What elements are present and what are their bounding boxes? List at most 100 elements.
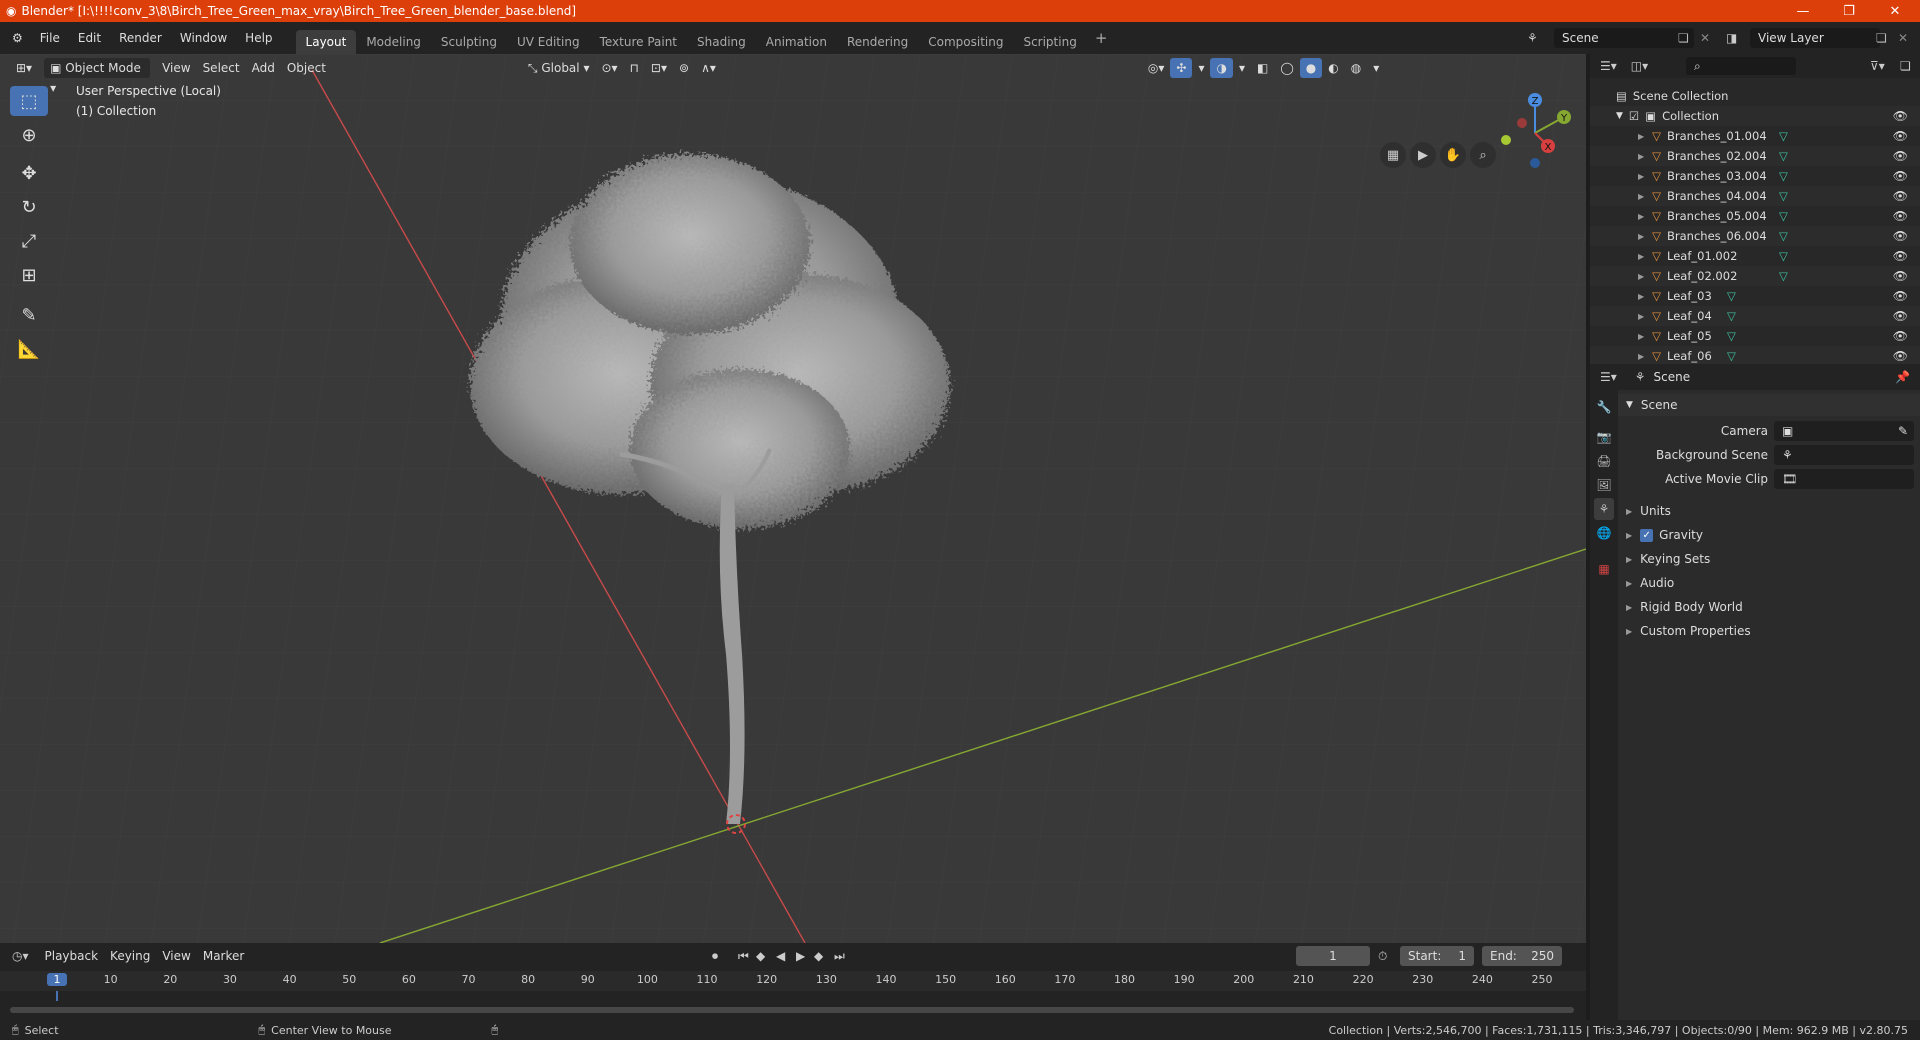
viewport-menu-view[interactable]: View xyxy=(156,58,196,78)
current-frame-marker[interactable]: 1 xyxy=(47,973,67,986)
mesh-data-icon[interactable]: ▽ xyxy=(1727,309,1736,323)
eye-icon[interactable]: 👁 xyxy=(1893,189,1908,203)
add-workspace-button[interactable]: + xyxy=(1087,29,1116,47)
outliner-item[interactable]: ▶ ▽ Branches_03.004 ▽ 👁 xyxy=(1590,166,1920,186)
eye-icon[interactable]: 👁 xyxy=(1893,169,1908,183)
3d-viewport[interactable]: ⊞▾ ▣ Object Mode ▾ View Select Add Object ⤡… xyxy=(0,54,1586,943)
outliner-item[interactable]: ▶ ▽ Branches_04.004 ▽ 👁 xyxy=(1590,186,1920,206)
outliner-editor-icon[interactable]: ☰▾ xyxy=(1600,59,1617,73)
outliner-item[interactable]: ▶ ▽ Leaf_04 ▽ 👁 xyxy=(1590,306,1920,326)
expand-arrow-icon[interactable]: ▶ xyxy=(1638,132,1644,141)
overlay-toggle-icon[interactable]: ◑ xyxy=(1210,58,1233,78)
pivot-icon[interactable]: ⊙▾ xyxy=(595,58,623,78)
viewport-menu-select[interactable]: Select xyxy=(197,58,246,78)
expand-arrow-icon[interactable]: ▶ xyxy=(1638,192,1644,201)
end-frame-field[interactable]: End: 250 xyxy=(1482,946,1562,966)
viewport-menu-add[interactable]: Add xyxy=(246,58,281,78)
proportional-edit-icon[interactable]: ⊚ xyxy=(673,58,695,78)
minimize-button[interactable]: — xyxy=(1780,0,1826,22)
section-rigid-body-world[interactable]: ▶ Rigid Body World xyxy=(1618,596,1920,618)
move-tool[interactable]: ✥ xyxy=(10,158,48,188)
solid-shading-icon[interactable]: ● xyxy=(1299,58,1323,78)
collection-row[interactable]: ▼ ☑ ▣ Collection 👁 xyxy=(1590,106,1920,126)
expand-arrow-icon[interactable]: ▶ xyxy=(1638,352,1644,361)
tab-uv-editing[interactable]: UV Editing xyxy=(507,30,590,54)
mesh-data-icon[interactable]: ▽ xyxy=(1727,289,1736,303)
eye-icon[interactable]: 👁 xyxy=(1893,149,1908,163)
timeline-menu-marker[interactable]: Marker xyxy=(197,946,250,966)
output-tab-icon[interactable]: 🖨 xyxy=(1594,450,1614,472)
eye-icon[interactable]: 👁 xyxy=(1893,289,1908,303)
eye-icon[interactable]: 👁 xyxy=(1893,249,1908,263)
properties-editor-icon[interactable]: ☰▾ xyxy=(1600,370,1617,384)
camera-field[interactable]: ▣ ✎ xyxy=(1774,421,1914,441)
mesh-data-icon[interactable]: ▽ xyxy=(1727,349,1736,363)
stopwatch-icon[interactable]: ⏱ xyxy=(1378,949,1387,964)
tab-rendering[interactable]: Rendering xyxy=(837,30,918,54)
blender-menu-icon[interactable]: ⚙ xyxy=(0,31,31,45)
view-layer-remove-icon[interactable]: ✕ xyxy=(1898,31,1908,45)
tool-tab-icon[interactable]: 🔧 xyxy=(1594,396,1614,418)
view-layer-tab-icon[interactable]: 🖼 xyxy=(1594,474,1614,496)
tab-scripting[interactable]: Scripting xyxy=(1013,30,1086,54)
playhead-line[interactable] xyxy=(56,991,58,1001)
snap-icon[interactable]: ⊓ xyxy=(624,58,645,78)
eye-icon[interactable]: 👁 xyxy=(1893,309,1908,323)
mesh-data-icon[interactable]: ▽ xyxy=(1779,269,1788,283)
expand-arrow-icon[interactable]: ▶ xyxy=(1638,172,1644,181)
new-collection-icon[interactable]: ❏ xyxy=(1900,59,1911,73)
collection-checkbox[interactable]: ☑ xyxy=(1629,109,1639,123)
timeline-menu-playback[interactable]: Playback xyxy=(39,946,105,966)
view-layer-new-icon[interactable]: ❏ xyxy=(1876,31,1887,45)
gizmo-toggle-icon[interactable]: ✣ xyxy=(1170,58,1193,78)
measure-tool[interactable]: 📐 xyxy=(10,334,48,364)
timeline-scrollbar[interactable] xyxy=(10,1007,1574,1013)
falloff-icon[interactable]: ∧▾ xyxy=(695,58,722,78)
mesh-data-icon[interactable]: ▽ xyxy=(1779,249,1788,263)
section-keying-sets[interactable]: ▶ Keying Sets xyxy=(1618,548,1920,570)
section-audio[interactable]: ▶ Audio xyxy=(1618,572,1920,594)
tab-modeling[interactable]: Modeling xyxy=(356,30,431,54)
select-box-tool[interactable]: ⬚ xyxy=(10,86,48,116)
gizmo-dropdown-icon[interactable]: ▾ xyxy=(1192,58,1210,78)
world-tab-icon[interactable]: 🌐 xyxy=(1594,522,1614,544)
tab-compositing[interactable]: Compositing xyxy=(918,30,1013,54)
scale-tool[interactable]: ⤢ xyxy=(10,226,48,256)
jump-end-icon[interactable]: ⏭ xyxy=(834,949,845,964)
expand-arrow-icon[interactable]: ▶ xyxy=(1638,292,1644,301)
scene-new-icon[interactable]: ❏ xyxy=(1678,31,1689,45)
timeline-menu-view[interactable]: View xyxy=(156,946,196,966)
outliner-item[interactable]: ▶ ▽ Leaf_05 ▽ 👁 xyxy=(1590,326,1920,346)
next-keyframe-icon[interactable]: ◆ xyxy=(814,949,823,963)
expand-arrow-icon[interactable]: ▶ xyxy=(1638,212,1644,221)
mesh-data-icon[interactable]: ▽ xyxy=(1779,129,1788,143)
transform-tool[interactable]: ⊞ xyxy=(10,260,48,290)
maximize-button[interactable]: ❐ xyxy=(1826,0,1872,22)
timeline-editor[interactable]: ◷▾ Playback Keying View Marker ⏺ ⏮ ◆ ◀ ▶ ◆ … xyxy=(0,943,1586,1020)
cursor-tool[interactable]: ⊕ xyxy=(10,120,48,150)
expand-arrow-icon[interactable]: ▶ xyxy=(1638,272,1644,281)
timeline-menu-keying[interactable]: Keying xyxy=(104,946,156,966)
scene-collection-row[interactable]: ▤ Scene Collection xyxy=(1590,86,1920,106)
mode-selector[interactable]: ▣ Object Mode ▾ xyxy=(44,58,151,95)
eye-icon[interactable]: 👁 xyxy=(1893,129,1908,143)
outliner-item[interactable]: ▶ ▽ Branches_01.004 ▽ 👁 xyxy=(1590,126,1920,146)
scene-remove-icon[interactable]: ✕ xyxy=(1700,31,1710,45)
orientation-selector[interactable]: ⤡ Global ▾ xyxy=(522,58,596,78)
jump-start-icon[interactable]: ⏮ xyxy=(738,949,749,964)
outliner-search-input[interactable]: ⌕ xyxy=(1686,57,1796,75)
menu-file[interactable]: File xyxy=(31,27,69,49)
wireframe-shading-icon[interactable]: ◯ xyxy=(1274,58,1299,78)
tab-animation[interactable]: Animation xyxy=(756,30,837,54)
expand-arrow-icon[interactable]: ▶ xyxy=(1638,312,1644,321)
movie-clip-field[interactable]: 🎞 xyxy=(1774,469,1914,489)
scene-icon[interactable]: ⚘ xyxy=(1527,31,1538,45)
snap-target-icon[interactable]: ⊡▾ xyxy=(645,58,673,78)
scene-panel-header[interactable]: ▼ Scene xyxy=(1618,394,1920,416)
eye-icon[interactable]: 👁 xyxy=(1893,269,1908,283)
outliner-item[interactable]: ▶ ▽ Branches_02.004 ▽ 👁 xyxy=(1590,146,1920,166)
view-layer-selector[interactable]: View Layer xyxy=(1750,28,1880,48)
editor-type-icon[interactable]: ⊞▾ xyxy=(10,58,38,78)
tab-shading[interactable]: Shading xyxy=(687,30,756,54)
section-gravity[interactable]: ▶ ✓ Gravity xyxy=(1618,524,1920,546)
